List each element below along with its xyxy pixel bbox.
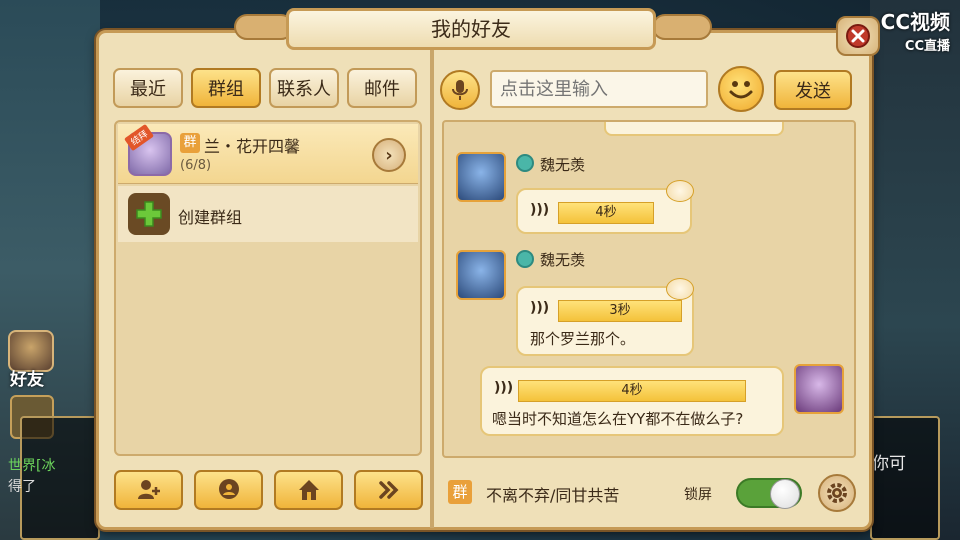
lock-screen-label: 锁屏 (684, 487, 712, 503)
group-member-count: (6/8) (180, 158, 212, 173)
home-button[interactable] (274, 470, 343, 510)
group-avatar: 结拜 (124, 123, 172, 176)
voice-wave-icon: ))) (494, 380, 514, 396)
tab-bar: 最近 群组 联系人 邮件 (113, 68, 417, 108)
watermark-brand: CC视频 (880, 10, 950, 34)
message-text: 嗯当时不知道怎么在YY都不在做么子? (492, 410, 744, 428)
title-ornament-right (652, 14, 712, 40)
tab-groups[interactable]: 群组 (191, 68, 261, 108)
world-chat-line: 世界[冰 (8, 458, 56, 474)
voice-duration[interactable]: 3秒 (558, 300, 682, 322)
create-group-label: 创建群组 (178, 208, 243, 227)
sender-avatar[interactable] (456, 250, 506, 300)
voice-duration[interactable]: 4秒 (518, 380, 746, 402)
sworn-ribbon: 结拜 (124, 123, 154, 152)
face-sticker-icon (666, 180, 694, 202)
group-name: 兰・花开四馨 (204, 137, 301, 156)
message-bubble[interactable]: ))) 4秒 (516, 188, 692, 234)
left-pane: 最近 群组 联系人 邮件 结拜 群 兰・花开四馨 (6/8) › 创建群组 (110, 60, 426, 520)
window-title: 我的好友 (286, 8, 656, 50)
tab-contacts[interactable]: 联系人 (269, 68, 339, 108)
add-friend-button[interactable] (114, 470, 183, 510)
message-button[interactable] (194, 470, 263, 510)
pane-divider (430, 50, 434, 528)
double-chevron-right-icon (378, 481, 398, 499)
tab-mail[interactable]: 邮件 (347, 68, 417, 108)
message-bubble[interactable]: ))) 3秒 那个罗兰那个。 (516, 286, 694, 356)
message-bubble-self[interactable]: ))) 4秒 嗯当时不知道怎么在YY都不在做么子? (480, 366, 784, 436)
right-chat-strip (870, 416, 940, 540)
lock-screen-toggle[interactable] (736, 478, 802, 509)
more-button[interactable] (354, 470, 423, 510)
left-toolbar (114, 470, 423, 510)
plus-icon (128, 193, 170, 235)
world-chat-line-2: 得了 (8, 479, 36, 495)
chat-input[interactable] (490, 70, 708, 108)
sender-avatar[interactable] (456, 152, 506, 202)
toggle-knob (770, 479, 800, 509)
close-button[interactable] (836, 16, 880, 56)
close-icon (846, 24, 870, 48)
friends-side-label: 好友 (10, 370, 44, 390)
voice-input-button[interactable] (440, 70, 480, 110)
emoji-button[interactable] (718, 66, 764, 112)
home-icon (298, 480, 319, 500)
create-group-row[interactable]: 创建群组 (118, 186, 418, 242)
group-motto: 不离不弃/同甘共苦 (486, 486, 620, 505)
microphone-icon (452, 80, 468, 100)
group-badge: 群 (180, 133, 200, 153)
group-row[interactable]: 结拜 群 兰・花开四馨 (6/8) › (118, 123, 418, 184)
add-friend-icon (137, 480, 160, 499)
sender-name: 魏无羡 (540, 251, 586, 269)
watermark-sub: CC直播 (904, 39, 950, 54)
right-chat-text: 你可 (872, 454, 906, 474)
watermark: CC视频 CC直播 (881, 6, 950, 54)
smiley-icon (729, 81, 753, 99)
voice-wave-icon: ))) (530, 300, 550, 316)
voice-wave-icon: ))) (530, 202, 550, 218)
sender-name: 魏无羡 (540, 156, 586, 174)
group-list: 结拜 群 兰・花开四馨 (6/8) › 创建群组 (114, 120, 422, 456)
settings-button[interactable] (818, 474, 856, 512)
chevron-right-icon: › (385, 144, 393, 166)
send-button[interactable]: 发送 (774, 70, 852, 110)
chat-history: 魏无羡 ))) 4秒 魏无羡 ))) 3秒 那个罗兰那个。 ))) 4秒 嗯当时… (442, 120, 856, 458)
chat-bubble-icon (218, 479, 239, 499)
message-bubble-partial (604, 122, 784, 136)
message-text: 那个罗兰那个。 (530, 330, 636, 348)
online-status-icon (516, 250, 534, 268)
online-status-icon (516, 154, 534, 172)
title-ornament-left (234, 14, 294, 40)
self-avatar[interactable] (794, 364, 844, 414)
gear-icon (827, 483, 847, 503)
voice-duration[interactable]: 4秒 (558, 202, 654, 224)
face-sticker-icon (666, 278, 694, 300)
group-badge: 群 (448, 480, 472, 504)
group-open-button[interactable]: › (372, 138, 406, 172)
group-footer: 群 不离不弃/同甘共苦 锁屏 (440, 470, 860, 516)
tab-recent[interactable]: 最近 (113, 68, 183, 108)
